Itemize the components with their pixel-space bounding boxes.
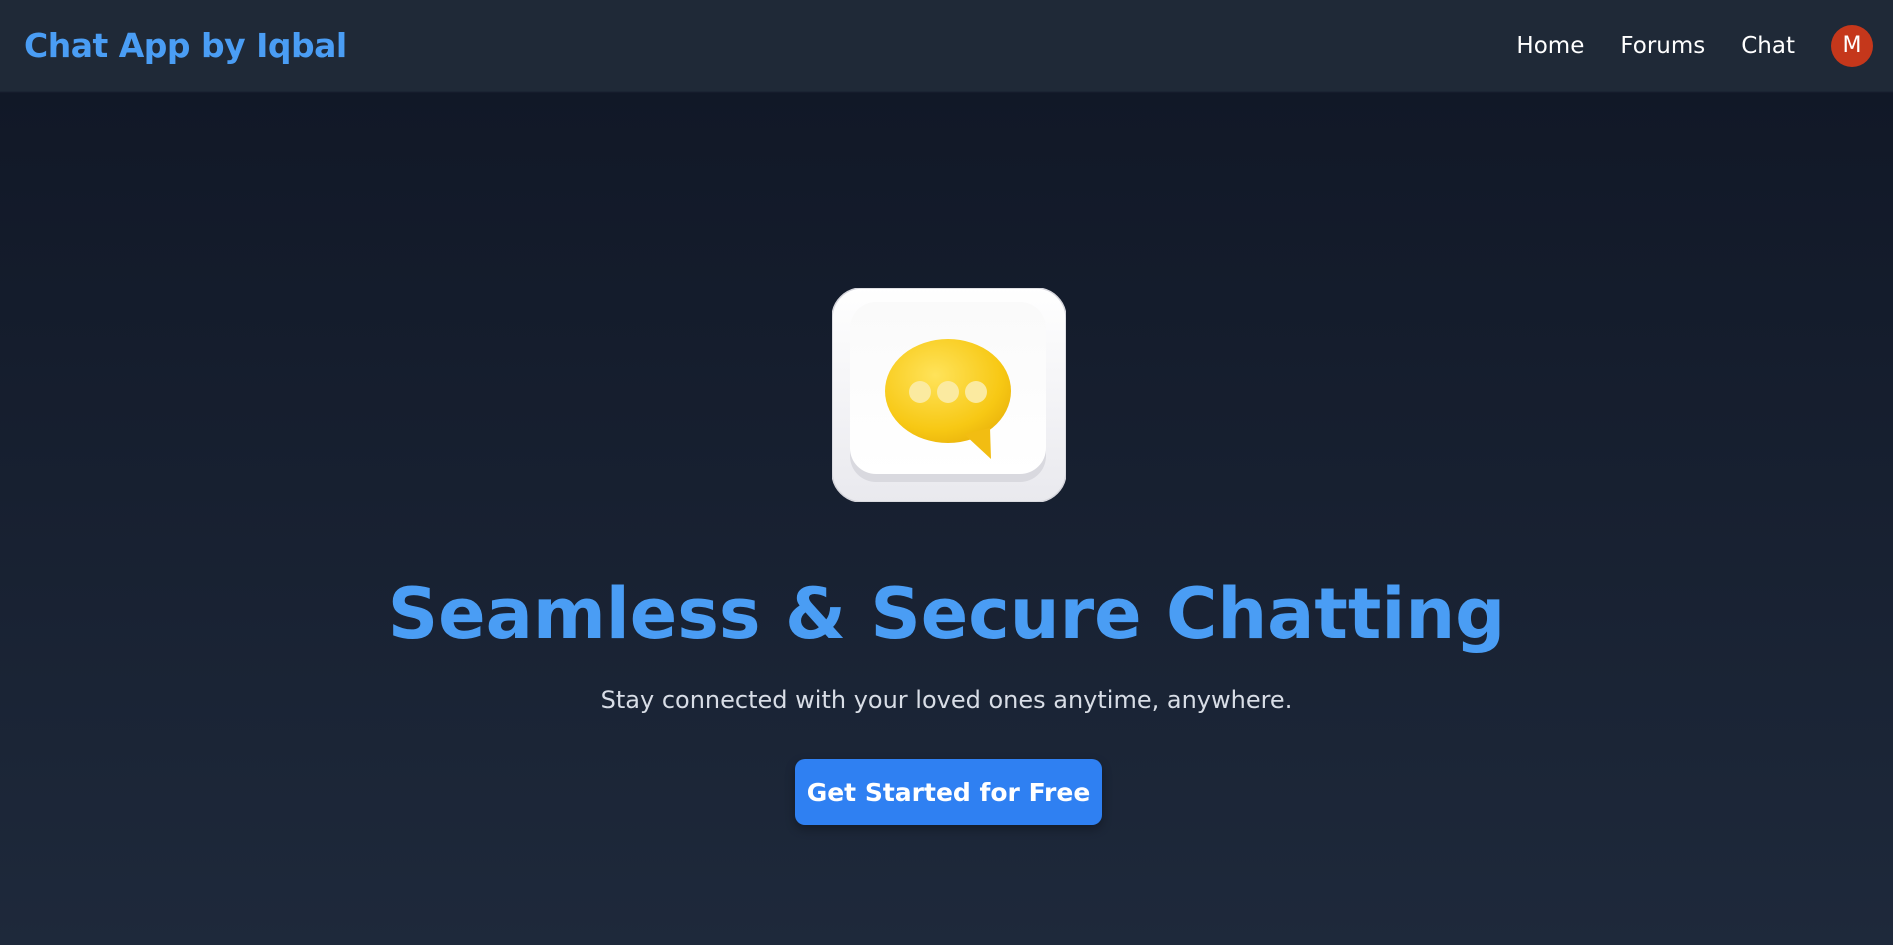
hero-section: Seamless & Secure Chatting Stay connecte… <box>0 93 1893 945</box>
chat-bubble-icon <box>831 287 1067 503</box>
brand-logo[interactable]: Chat App by Iqbal <box>24 26 347 65</box>
navbar: Chat App by Iqbal Home Forums Chat M <box>0 0 1893 92</box>
user-avatar[interactable]: M <box>1831 24 1873 67</box>
nav-link-forums[interactable]: Forums <box>1620 33 1705 59</box>
nav-menu: Home Forums Chat M <box>1480 24 1873 67</box>
nav-link-chat[interactable]: Chat <box>1741 33 1795 59</box>
nav-link-home[interactable]: Home <box>1516 33 1584 59</box>
hero-title: Seamless & Secure Chatting <box>387 573 1506 655</box>
get-started-button[interactable]: Get Started for Free <box>795 759 1102 825</box>
hero-subtitle: Stay connected with your loved ones anyt… <box>600 686 1293 714</box>
